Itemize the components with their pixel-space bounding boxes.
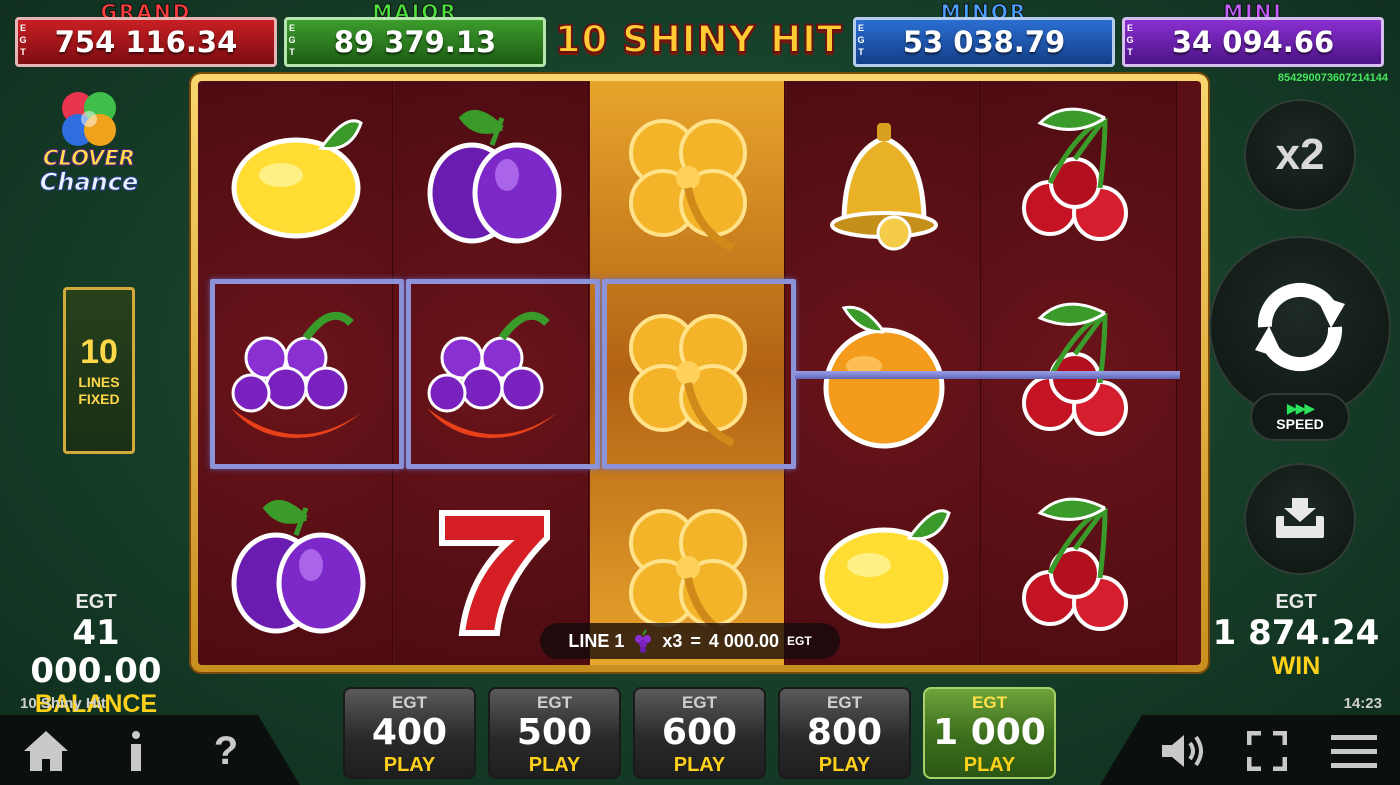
jackpot-mini: MINI 34 094.66 EGT: [1122, 0, 1384, 68]
jackpot-major-currency: EGT: [288, 23, 296, 57]
home-button[interactable]: [20, 725, 72, 777]
lines-label: LINES FIXED: [78, 374, 119, 408]
cherry-icon: [1021, 497, 1128, 631]
bet-currency: EGT: [827, 693, 862, 712]
cherry-symbol: [982, 471, 1177, 665]
clock: 14:23: [1343, 695, 1382, 712]
win-highlight-reel-3: [602, 279, 796, 469]
bet-button-1[interactable]: EGT 400 PLAY: [343, 687, 476, 779]
jackpot-grand-value: 754 116.34: [15, 17, 277, 67]
win-display: EGT 1 874.24 WIN: [1205, 590, 1387, 680]
bet-button-4[interactable]: EGT 800 PLAY: [778, 687, 911, 779]
collect-icon: [1276, 498, 1324, 538]
spin-icon: [1255, 282, 1345, 372]
spin-button[interactable]: [1209, 236, 1391, 418]
bet-currency: EGT: [392, 693, 427, 712]
game-title-logo: 10 SHINY HIT: [554, 17, 844, 62]
bet-amount: 600: [661, 712, 738, 753]
help-icon: ?: [213, 728, 239, 773]
line-win-message: LINE 1 x3 = 4 000.00 EGT: [540, 623, 840, 659]
clover-chance-logo: CLOVER Chance: [28, 88, 150, 208]
fullscreen-icon: [1247, 731, 1287, 771]
jackpot-mini-value: 34 094.66: [1122, 17, 1384, 67]
lemon-symbol: [198, 81, 393, 275]
bet-button-3[interactable]: EGT 600 PLAY: [633, 687, 766, 779]
jackpot-mini-currency: EGT: [1126, 23, 1134, 57]
sound-button[interactable]: [1158, 728, 1210, 774]
jackpot-minor-value: 53 038.79: [853, 17, 1115, 67]
line-win-equals: =: [690, 630, 701, 651]
bet-amount: 500: [516, 712, 593, 753]
jackpot-minor: MINOR 53 038.79 EGT: [853, 0, 1115, 68]
balance-value: 41 000.00: [30, 613, 162, 691]
jackpot-minor-currency: EGT: [857, 23, 865, 57]
home-icon: [24, 731, 68, 771]
speed-label: SPEED: [1276, 416, 1324, 432]
grapes-icon: [635, 629, 652, 653]
bet-play-label: PLAY: [383, 754, 436, 776]
line-win-amount: 4 000.00: [708, 630, 779, 651]
win-highlight-reel-1: [210, 279, 404, 469]
collect-button[interactable]: [1244, 463, 1356, 575]
speed-button[interactable]: ▶▶▶ SPEED: [1250, 393, 1350, 441]
info-icon: [131, 731, 141, 771]
win-value: 1 874.24: [1212, 613, 1380, 653]
payline-1: [795, 371, 1180, 379]
bet-play-label: PLAY: [528, 754, 581, 776]
gold-clover-icon: [628, 119, 747, 252]
info-button[interactable]: [110, 725, 162, 777]
win-label: WIN: [1271, 652, 1321, 680]
plum-icon: [231, 499, 365, 634]
bet-play-label: PLAY: [673, 754, 726, 776]
help-button[interactable]: ?: [200, 725, 252, 777]
plum-symbol: [394, 81, 589, 275]
plum-icon: [427, 109, 561, 244]
fast-forward-icon: ▶▶▶: [1286, 400, 1315, 416]
bell-symbol: [786, 81, 981, 275]
balance-currency: EGT: [75, 591, 117, 613]
win-currency: EGT: [1275, 591, 1317, 613]
bet-currency: EGT: [537, 693, 572, 712]
bet-play-label: PLAY: [818, 754, 871, 776]
line-win-currency: EGT: [786, 634, 812, 648]
bet-button-2[interactable]: EGT 500 PLAY: [488, 687, 621, 779]
cherry-symbol: [982, 81, 1177, 275]
jackpot-major-value: 89 379.13: [284, 17, 546, 67]
line-win-multiplier: x3: [662, 630, 683, 651]
win-highlight-reel-2: [406, 279, 600, 469]
bet-amount: 400: [371, 712, 448, 753]
lines-fixed-indicator: 10 LINES FIXED: [63, 287, 135, 454]
lines-count: 10: [80, 332, 118, 371]
game-serial-number: 854290073607214144: [1277, 72, 1388, 84]
bet-button-5[interactable]: EGT 1 000 PLAY: [923, 687, 1056, 779]
gold-clover-symbol: [590, 81, 785, 275]
bet-amount: 800: [806, 712, 883, 753]
fullscreen-button[interactable]: [1242, 728, 1292, 774]
bet-play-label: PLAY: [963, 754, 1016, 776]
lines-label-line2: FIXED: [78, 390, 120, 407]
jackpot-grand: GRAND 754 116.34 EGT: [15, 0, 277, 68]
plum-symbol: [198, 471, 393, 665]
bell-icon: [829, 123, 938, 251]
sound-icon: [1162, 735, 1203, 767]
bet-currency: EGT: [972, 693, 1007, 712]
lines-label-line1: LINES: [78, 373, 120, 390]
menu-icon: [1331, 735, 1377, 768]
menu-button[interactable]: [1326, 728, 1382, 774]
logo-text-clover: CLOVER: [43, 146, 136, 171]
game-name: 10 Shiny Hit: [20, 695, 106, 712]
multiplier-button[interactable]: x2: [1244, 99, 1356, 211]
logo-text-chance: Chance: [39, 168, 139, 197]
cherry-icon: [1021, 107, 1128, 241]
line-win-line: LINE 1: [568, 630, 625, 651]
jackpot-grand-currency: EGT: [19, 23, 27, 57]
bet-amount: 1 000: [933, 712, 1046, 753]
jackpot-major: MAJOR 89 379.13 EGT: [284, 0, 546, 68]
lemon-icon: [231, 119, 363, 239]
bet-currency: EGT: [682, 693, 717, 712]
